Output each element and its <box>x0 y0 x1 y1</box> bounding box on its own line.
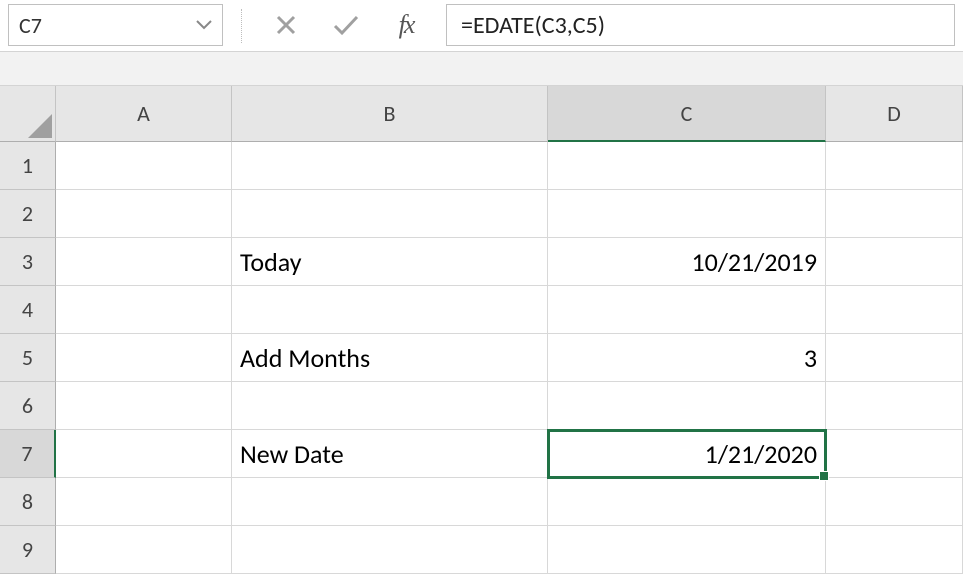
cell-D6[interactable] <box>826 382 963 430</box>
grid-spacer <box>0 52 963 86</box>
cell-C3[interactable]: 10/21/2019 <box>548 238 826 286</box>
cell-B8[interactable] <box>232 478 548 526</box>
cell-B3[interactable]: Today <box>232 238 548 286</box>
fx-icon: fx <box>399 10 414 40</box>
row-header-4[interactable]: 4 <box>0 286 56 334</box>
cell-D4[interactable] <box>826 286 963 334</box>
cell-C2[interactable] <box>548 190 826 238</box>
row-header-3[interactable]: 3 <box>0 238 56 286</box>
cell-A5[interactable] <box>56 334 232 382</box>
formula-text: =EDATE(C3,C5) <box>461 11 605 40</box>
cell-C7[interactable]: 1/21/2020 <box>548 430 826 478</box>
cell-B9[interactable] <box>232 526 548 574</box>
cell-B4[interactable] <box>232 286 548 334</box>
formula-bar: C7 fx =EDATE(C3,C5) <box>0 0 963 52</box>
formula-input[interactable]: =EDATE(C3,C5) <box>446 4 955 46</box>
cell-D5[interactable] <box>826 334 963 382</box>
cell-C1[interactable] <box>548 142 826 190</box>
cell-D9[interactable] <box>826 526 963 574</box>
column-header-B[interactable]: B <box>232 86 548 142</box>
cell-A3[interactable] <box>56 238 232 286</box>
select-all-corner[interactable] <box>0 86 56 142</box>
insert-function-button[interactable]: fx <box>376 4 436 46</box>
cell-C4[interactable] <box>548 286 826 334</box>
cell-A6[interactable] <box>56 382 232 430</box>
cell-D7[interactable] <box>826 430 963 478</box>
row-header-7[interactable]: 7 <box>0 430 56 478</box>
cell-A1[interactable] <box>56 142 232 190</box>
row-header-1[interactable]: 1 <box>0 142 56 190</box>
row-header-6[interactable]: 6 <box>0 382 56 430</box>
cell-D1[interactable] <box>826 142 963 190</box>
column-header-C[interactable]: C <box>548 86 826 142</box>
cell-D2[interactable] <box>826 190 963 238</box>
column-header-D[interactable]: D <box>826 86 963 142</box>
row-header-2[interactable]: 2 <box>0 190 56 238</box>
cell-B1[interactable] <box>232 142 548 190</box>
chevron-down-icon[interactable] <box>196 20 212 30</box>
cell-A4[interactable] <box>56 286 232 334</box>
cell-C9[interactable] <box>548 526 826 574</box>
cell-B6[interactable] <box>232 382 548 430</box>
column-header-A[interactable]: A <box>56 86 232 142</box>
divider <box>241 9 242 43</box>
cancel-button[interactable] <box>256 4 316 46</box>
row-header-9[interactable]: 9 <box>0 526 56 574</box>
cell-C8[interactable] <box>548 478 826 526</box>
cell-A9[interactable] <box>56 526 232 574</box>
spreadsheet-grid: A B C D 1 2 3 Today 10/21/2019 4 5 Add M… <box>0 86 963 574</box>
cell-A8[interactable] <box>56 478 232 526</box>
cell-D8[interactable] <box>826 478 963 526</box>
name-box-value: C7 <box>19 12 42 39</box>
cell-D3[interactable] <box>826 238 963 286</box>
row-header-5[interactable]: 5 <box>0 334 56 382</box>
cell-A2[interactable] <box>56 190 232 238</box>
cell-B7[interactable]: New Date <box>232 430 548 478</box>
cell-B5[interactable]: Add Months <box>232 334 548 382</box>
cell-C5[interactable]: 3 <box>548 334 826 382</box>
row-header-8[interactable]: 8 <box>0 478 56 526</box>
cell-A7[interactable] <box>56 430 232 478</box>
cell-C6[interactable] <box>548 382 826 430</box>
name-box[interactable]: C7 <box>8 4 223 46</box>
enter-button[interactable] <box>316 4 376 46</box>
cell-B2[interactable] <box>232 190 548 238</box>
